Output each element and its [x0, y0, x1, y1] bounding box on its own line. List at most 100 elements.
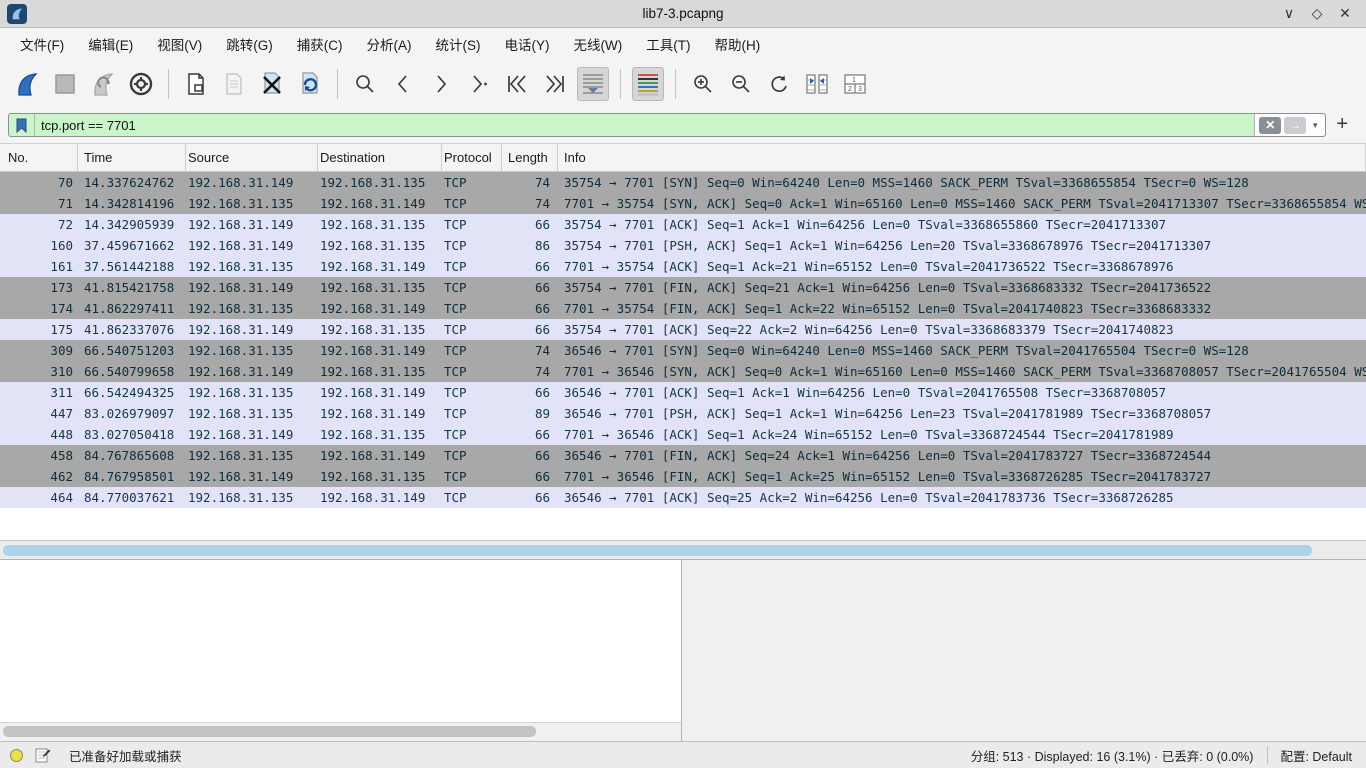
cell-info: 36546 → 7701 [ACK] Seq=1 Ack=1 Win=64256… — [558, 385, 1366, 400]
cell-len: 66 — [502, 280, 558, 295]
column-header-destination[interactable]: Destination — [318, 144, 442, 171]
filter-value[interactable]: tcp.port == 7701 — [35, 118, 1254, 133]
open-file-button[interactable] — [180, 67, 212, 101]
cell-len: 74 — [502, 175, 558, 190]
packet-row[interactable]: 17441.862297411192.168.31.135192.168.31.… — [0, 298, 1366, 319]
menu-item[interactable]: 统计(S) — [426, 30, 491, 58]
packet-row[interactable]: 44783.026979097192.168.31.135192.168.31.… — [0, 403, 1366, 424]
maximize-button[interactable]: ◇ — [1308, 5, 1326, 22]
packet-row[interactable]: 7014.337624762192.168.31.149192.168.31.1… — [0, 172, 1366, 193]
go-to-packet-icon[interactable] — [463, 67, 495, 101]
cell-len: 74 — [502, 196, 558, 211]
clear-filter-button[interactable]: ✕ — [1259, 117, 1281, 134]
details-hscrollbar[interactable] — [0, 723, 681, 741]
go-last-icon[interactable] — [539, 67, 571, 101]
packet-row[interactable]: 7114.342814196192.168.31.135192.168.31.1… — [0, 193, 1366, 214]
cell-len: 86 — [502, 238, 558, 253]
packet-row[interactable]: 46484.770037621192.168.31.135192.168.31.… — [0, 487, 1366, 508]
packet-row[interactable]: 17541.862337076192.168.31.149192.168.31.… — [0, 319, 1366, 340]
add-filter-button-plus[interactable]: + — [1326, 113, 1358, 138]
expert-info-icon[interactable] — [10, 749, 23, 762]
menu-item[interactable]: 分析(A) — [357, 30, 422, 58]
menu-item[interactable]: 文件(F) — [10, 30, 74, 58]
go-first-icon[interactable] — [501, 67, 533, 101]
cell-dst: 192.168.31.149 — [318, 259, 442, 274]
cell-dst: 192.168.31.135 — [318, 427, 442, 442]
packet-list-hscrollbar[interactable] — [0, 540, 1366, 559]
find-packet-button[interactable] — [349, 67, 381, 101]
cell-no: 458 — [0, 448, 78, 463]
cell-time: 41.862337076 — [78, 322, 186, 337]
profile-text[interactable]: 配置: Default — [1268, 746, 1366, 765]
packet-row[interactable]: 46284.767958501192.168.31.149192.168.31.… — [0, 466, 1366, 487]
colorize-toggle[interactable] — [632, 67, 664, 101]
cell-dst: 192.168.31.135 — [318, 469, 442, 484]
close-button[interactable]: ✕ — [1336, 5, 1354, 22]
svg-text:1: 1 — [852, 77, 856, 84]
column-header-no[interactable]: No. — [0, 144, 78, 171]
menu-item[interactable]: 视图(V) — [147, 30, 212, 58]
stop-capture-button[interactable] — [49, 67, 81, 101]
cell-src: 192.168.31.149 — [186, 427, 318, 442]
packet-row[interactable]: 16037.459671662192.168.31.149192.168.31.… — [0, 235, 1366, 256]
cell-proto: TCP — [442, 238, 502, 253]
capture-comment-icon[interactable] — [35, 747, 51, 763]
auto-scroll-toggle[interactable] — [577, 67, 609, 101]
cell-dst: 192.168.31.135 — [318, 280, 442, 295]
column-header-protocol[interactable]: Protocol — [442, 144, 502, 171]
cell-src: 192.168.31.135 — [186, 259, 318, 274]
capture-options-icon[interactable] — [125, 67, 157, 101]
cell-no: 464 — [0, 490, 78, 505]
cell-dst: 192.168.31.149 — [318, 343, 442, 358]
display-filter-input[interactable]: tcp.port == 7701 ✕ → ▾ — [8, 113, 1326, 137]
menu-item[interactable]: 捕获(C) — [287, 30, 353, 58]
apply-filter-button[interactable]: → — [1284, 117, 1306, 134]
cell-dst: 192.168.31.149 — [318, 490, 442, 505]
column-header-length[interactable]: Length — [502, 144, 558, 171]
menu-item[interactable]: 无线(W) — [564, 30, 633, 58]
filter-dropdown-caret[interactable]: ▾ — [1309, 120, 1321, 131]
go-back-icon[interactable] — [387, 67, 419, 101]
cell-no: 311 — [0, 385, 78, 400]
column-header-source[interactable]: Source — [186, 144, 318, 171]
menu-item[interactable]: 编辑(E) — [78, 30, 143, 58]
svg-text:2: 2 — [848, 86, 852, 93]
minimize-button[interactable]: ∨ — [1280, 5, 1298, 22]
cell-info: 35754 → 7701 [ACK] Seq=22 Ack=2 Win=6425… — [558, 322, 1366, 337]
packet-row[interactable]: 17341.815421758192.168.31.149192.168.31.… — [0, 277, 1366, 298]
cell-info: 36546 → 7701 [PSH, ACK] Seq=1 Ack=1 Win=… — [558, 406, 1366, 421]
menu-item[interactable]: 帮助(H) — [704, 30, 770, 58]
restart-capture-button[interactable] — [87, 67, 119, 101]
packet-row[interactable]: 31166.542494325192.168.31.135192.168.31.… — [0, 382, 1366, 403]
resize-columns-icon[interactable] — [801, 67, 833, 101]
cell-no: 173 — [0, 280, 78, 295]
packet-row[interactable]: 31066.540799658192.168.31.149192.168.31.… — [0, 361, 1366, 382]
bookmark-icon[interactable] — [9, 114, 35, 136]
cell-dst: 192.168.31.149 — [318, 448, 442, 463]
hscrollbar-thumb[interactable] — [3, 545, 1312, 556]
zoom-out-icon[interactable] — [725, 67, 757, 101]
cell-no: 72 — [0, 217, 78, 232]
close-file-button[interactable] — [256, 67, 288, 101]
column-header-time[interactable]: Time — [78, 144, 186, 171]
cell-len: 66 — [502, 490, 558, 505]
go-forward-icon[interactable] — [425, 67, 457, 101]
zoom-in-icon[interactable] — [687, 67, 719, 101]
menu-item[interactable]: 电话(Y) — [495, 30, 560, 58]
packet-row[interactable]: 30966.540751203192.168.31.135192.168.31.… — [0, 340, 1366, 361]
cell-proto: TCP — [442, 322, 502, 337]
menu-item[interactable]: 跳转(G) — [216, 30, 283, 58]
column-header-info[interactable]: Info — [558, 144, 1366, 171]
zoom-reset-icon[interactable] — [763, 67, 795, 101]
menu-item[interactable]: 工具(T) — [636, 30, 700, 58]
details-scrollbar-thumb[interactable] — [3, 726, 536, 737]
packet-row[interactable]: 7214.342905939192.168.31.149192.168.31.1… — [0, 214, 1366, 235]
packet-row[interactable]: 45884.767865608192.168.31.135192.168.31.… — [0, 445, 1366, 466]
start-capture-button[interactable] — [11, 67, 43, 101]
reload-file-button[interactable] — [294, 67, 326, 101]
packet-row[interactable]: 44883.027050418192.168.31.149192.168.31.… — [0, 424, 1366, 445]
cell-len: 66 — [502, 427, 558, 442]
save-file-button[interactable] — [218, 67, 250, 101]
layout-icon[interactable]: 123 — [839, 67, 871, 101]
packet-row[interactable]: 16137.561442188192.168.31.135192.168.31.… — [0, 256, 1366, 277]
